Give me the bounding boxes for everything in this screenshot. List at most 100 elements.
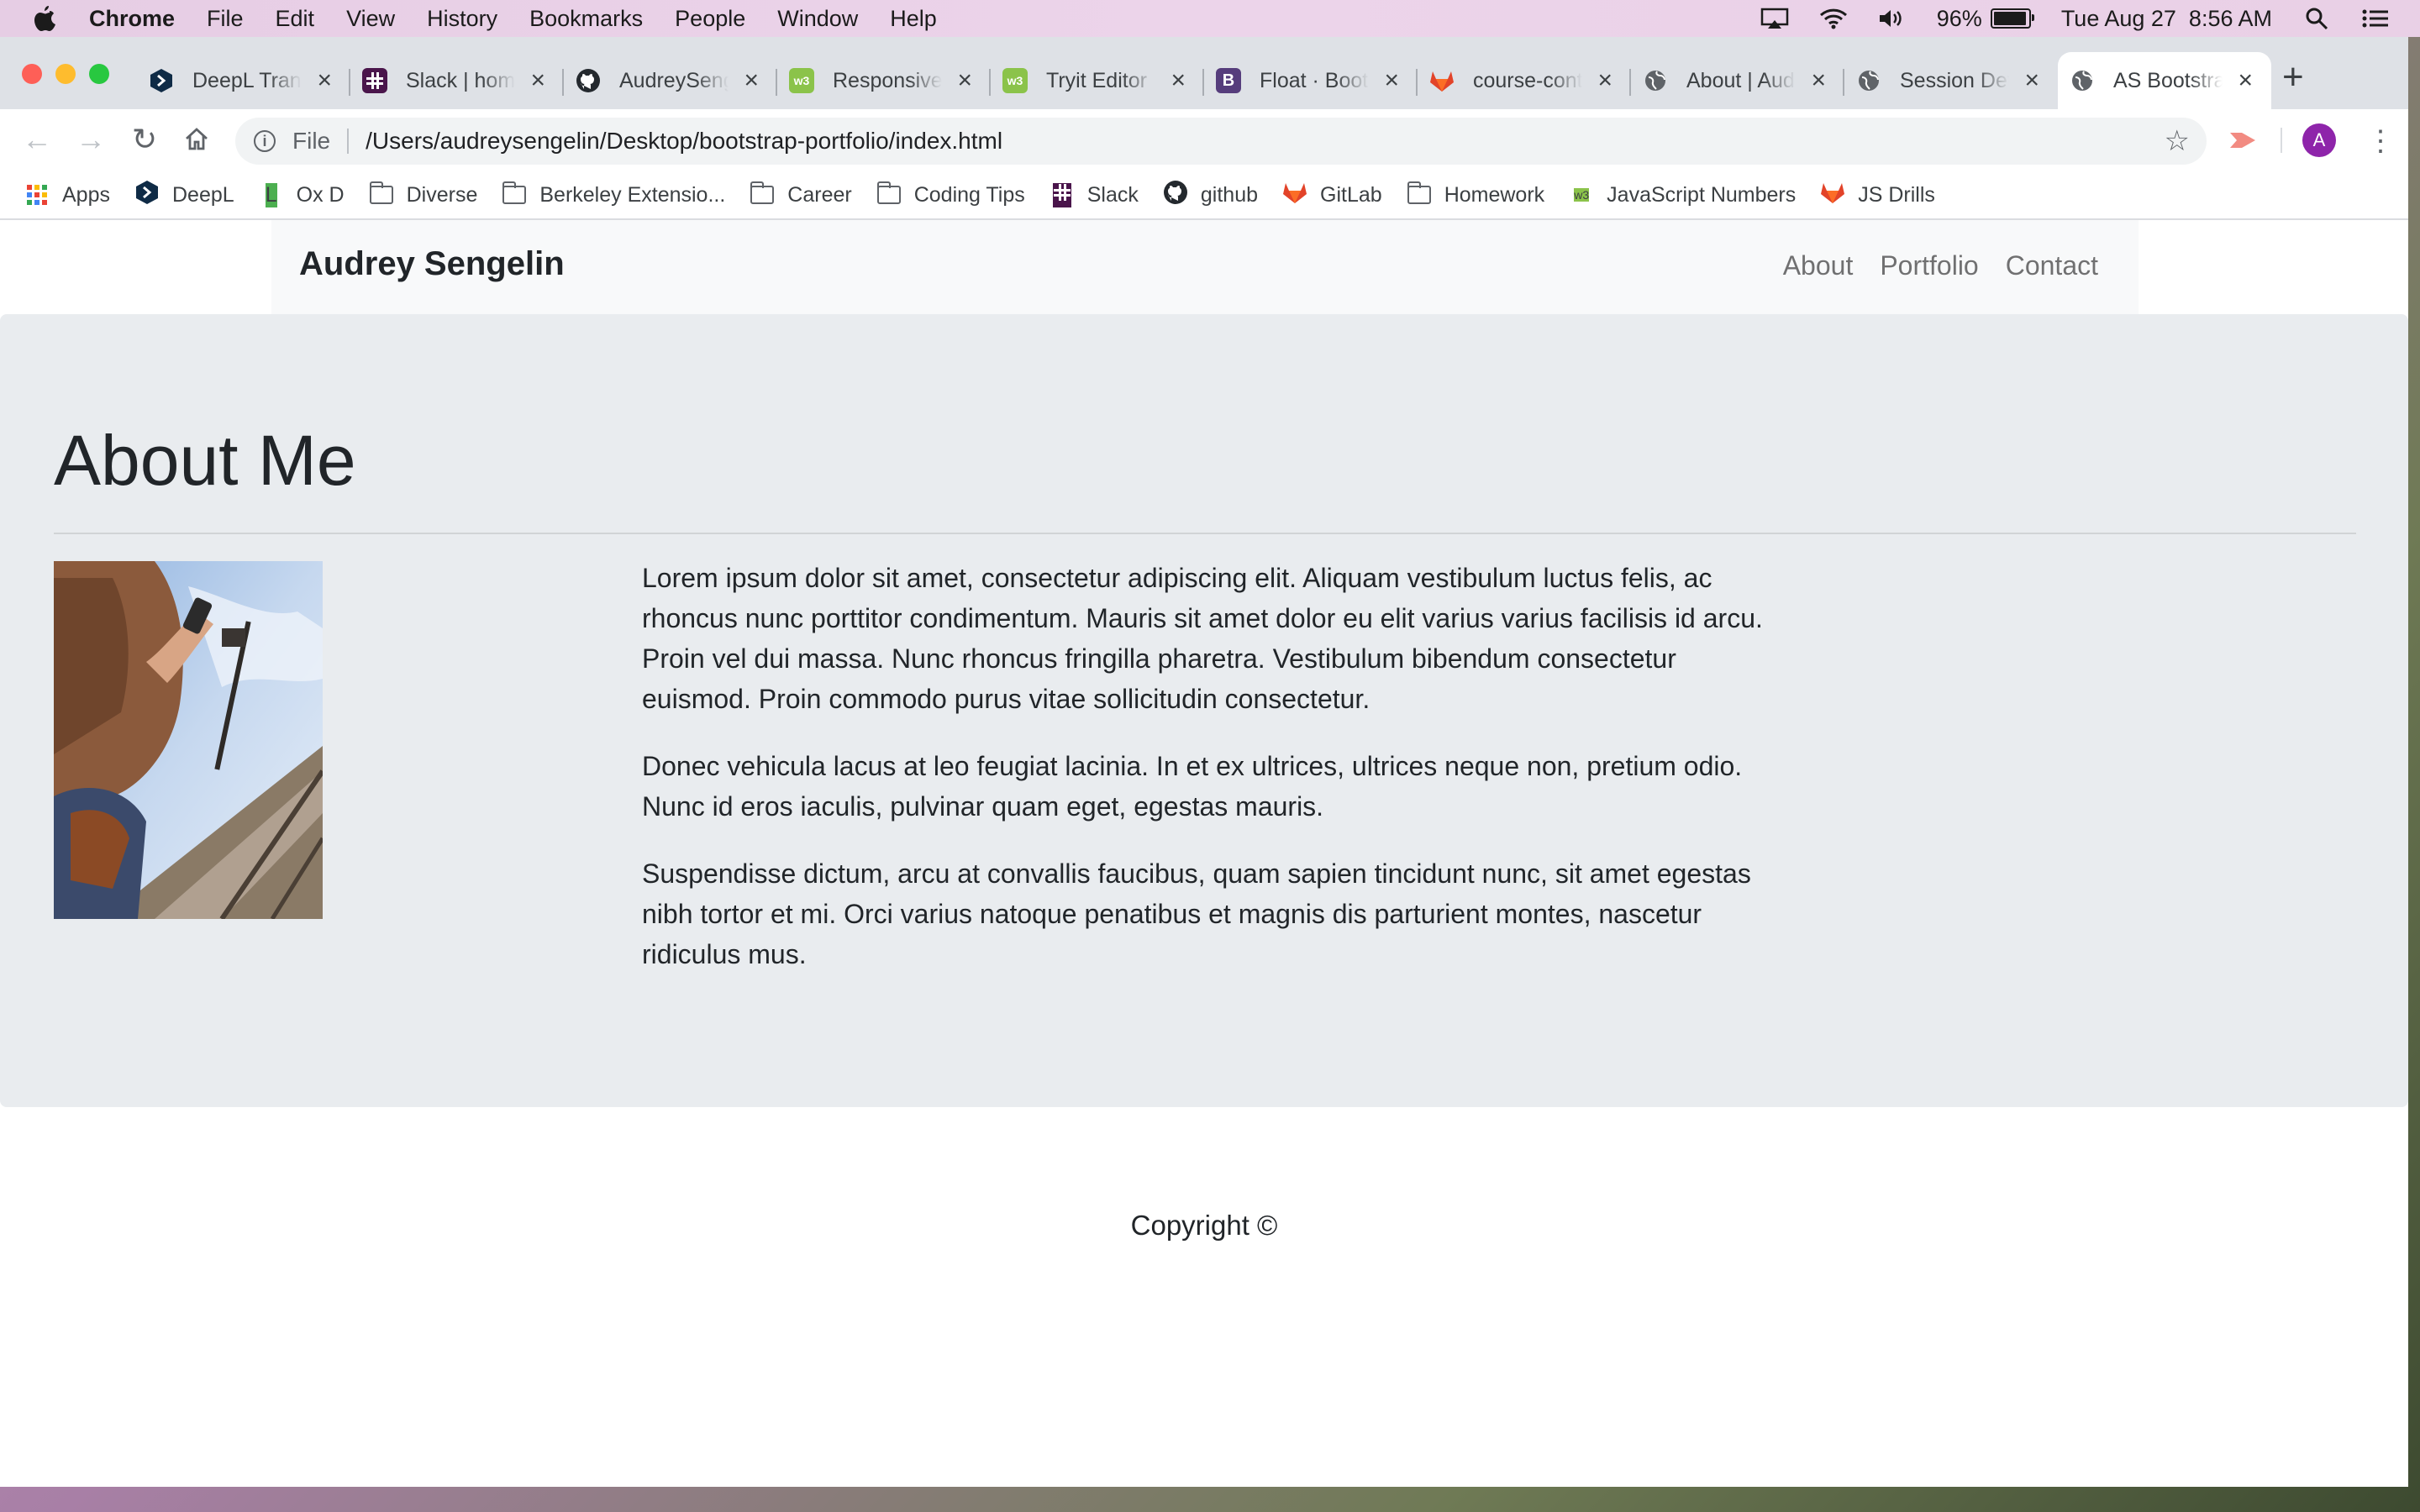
menu-file[interactable]: File: [207, 6, 244, 32]
bookmark-item[interactable]: Homework: [1407, 181, 1544, 207]
tab-close-icon[interactable]: ×: [1811, 66, 1826, 95]
bookmarks-bar: Apps DeepL L Ox D Diverse Berkeley Extensio..…: [0, 171, 2408, 220]
site-footer: Copyright ©: [1130, 1210, 1278, 1241]
forward-arrow-icon[interactable]: →: [72, 121, 109, 158]
bookmark-item[interactable]: w3 JavaScript Numbers: [1570, 183, 1796, 207]
bookmark-item[interactable]: GitLab: [1282, 181, 1382, 210]
gitlab-icon: [1820, 181, 1845, 210]
bookmark-item[interactable]: Coding Tips: [876, 181, 1025, 207]
nav-link-portfolio[interactable]: Portfolio: [1880, 250, 1978, 281]
apple-logo-icon[interactable]: [34, 6, 57, 31]
gitlab-icon: [1282, 181, 1307, 210]
browser-tab[interactable]: course-content ×: [1418, 52, 1631, 109]
folder-icon: [750, 181, 775, 207]
about-text: Lorem ipsum dolor sit amet, consectetur …: [642, 558, 1776, 1001]
github-icon: [1163, 180, 1187, 207]
battery-icon[interactable]: [1990, 8, 2034, 29]
section-divider: [54, 533, 2356, 534]
bookmark-label: DeepL: [171, 182, 234, 207]
new-tab-button[interactable]: +: [2282, 59, 2304, 96]
nav-link-about[interactable]: About: [1783, 250, 1854, 281]
home-icon[interactable]: [178, 121, 215, 158]
browser-tab[interactable]: Slack | home ×: [350, 52, 564, 109]
tab-title: AudreySengelin: [619, 68, 729, 92]
menu-window[interactable]: Window: [777, 6, 858, 32]
profile-avatar[interactable]: A: [2302, 123, 2336, 157]
tab-strip: DeepL Translator×Slack | home×AudreySeng…: [0, 37, 2408, 109]
tab-close-icon[interactable]: ×: [1597, 66, 1612, 95]
letter-l-icon: L: [265, 182, 277, 207]
browser-tab[interactable]: B Float · Bootstrap ×: [1204, 52, 1418, 109]
menu-people[interactable]: People: [675, 6, 745, 32]
slack-icon: [362, 68, 387, 93]
deepl-icon: [135, 180, 159, 211]
wifi-icon[interactable]: [1819, 8, 1848, 29]
site-navbar: Audrey Sengelin About Portfolio Contact: [271, 220, 2139, 314]
browser-tab[interactable]: About | Audrey ×: [1631, 52, 1844, 109]
browser-tab[interactable]: Session Details ×: [1844, 52, 2058, 109]
bookmark-label: Coding Tips: [913, 182, 1025, 207]
tab-close-icon[interactable]: ×: [1171, 66, 1186, 95]
browser-tab[interactable]: w3 Tryit Editor ×: [991, 52, 1204, 109]
globe-icon: [1643, 68, 1668, 93]
deepl-icon: [149, 68, 174, 93]
tab-title: Tryit Editor: [1046, 68, 1147, 92]
tab-close-icon[interactable]: ×: [744, 66, 759, 95]
back-arrow-icon[interactable]: ←: [18, 121, 55, 158]
menu-view[interactable]: View: [346, 6, 395, 32]
chrome-menu-icon[interactable]: ⋮: [2366, 124, 2395, 158]
tab-close-icon[interactable]: ×: [530, 66, 545, 95]
airplay-icon[interactable]: [1760, 8, 1789, 29]
folder-icon: [876, 181, 901, 207]
bookmark-item[interactable]: L Ox D: [260, 182, 345, 207]
bookmark-star-icon[interactable]: ☆: [2165, 124, 2190, 158]
browser-tab[interactable]: AudreySengelin ×: [564, 52, 777, 109]
bookmark-item[interactable]: Berkeley Extensio...: [502, 181, 725, 207]
bookmark-item[interactable]: github: [1163, 180, 1258, 207]
extension-icon[interactable]: [2228, 128, 2257, 153]
about-section: About Me Lorem ipsum dolor sit amet, con…: [0, 314, 2408, 1107]
menu-edit[interactable]: Edit: [276, 6, 315, 32]
bookmark-label: Career: [787, 182, 852, 207]
bookmark-item[interactable]: DeepL: [135, 180, 234, 207]
bookmark-item[interactable]: Diverse: [369, 181, 477, 207]
nav-link-contact[interactable]: Contact: [2006, 250, 2098, 281]
close-window-button[interactable]: [22, 64, 42, 84]
menu-help[interactable]: Help: [890, 6, 937, 32]
site-brand[interactable]: Audrey Sengelin: [299, 245, 565, 283]
bookmark-label: Slack: [1086, 182, 1139, 207]
menu-bookmarks[interactable]: Bookmarks: [529, 6, 643, 32]
apps-grid-icon: [25, 183, 49, 207]
github-icon: [576, 68, 601, 93]
bookmark-item[interactable]: Slack: [1050, 182, 1139, 207]
minimize-window-button[interactable]: [55, 64, 76, 84]
tab-close-icon[interactable]: ×: [2238, 66, 2253, 95]
globe-icon: [1856, 68, 1881, 93]
tab-close-icon[interactable]: ×: [317, 66, 332, 95]
menu-app-name[interactable]: Chrome: [89, 6, 175, 32]
browser-tab[interactable]: w3 Responsive ×: [777, 52, 991, 109]
maximize-window-button[interactable]: [89, 64, 109, 84]
url-text[interactable]: /Users/audreysengelin/Desktop/bootstrap-…: [366, 128, 1002, 155]
bookmark-item[interactable]: JS Drills: [1820, 181, 1935, 210]
github-icon: [1163, 180, 1188, 211]
address-bar[interactable]: i File /Users/audreysengelin/Desktop/boo…: [235, 118, 2207, 165]
tab-close-icon[interactable]: ×: [1384, 66, 1399, 95]
about-paragraph: Suspendisse dictum, arcu at convallis fa…: [642, 858, 1751, 969]
tab-title: About | Audrey: [1686, 68, 1796, 92]
browser-tab-active[interactable]: AS Bootstrap ×: [2058, 52, 2271, 109]
bookmark-item[interactable]: Apps: [25, 183, 110, 207]
macos-menu-bar: Chrome File Edit View History Bookmarks …: [0, 0, 2420, 37]
spotlight-search-icon[interactable]: [2302, 8, 2331, 30]
reload-icon[interactable]: ↻: [126, 121, 163, 158]
tab-close-icon[interactable]: ×: [957, 66, 972, 95]
browser-tab[interactable]: DeepL Translator ×: [137, 52, 350, 109]
menu-history[interactable]: History: [427, 6, 497, 32]
bookmark-item[interactable]: Career: [750, 181, 852, 207]
site-info-icon[interactable]: i: [254, 130, 276, 152]
tab-close-icon[interactable]: ×: [2024, 66, 2039, 95]
bookmark-label: Apps: [62, 182, 110, 207]
notification-center-icon[interactable]: [2361, 8, 2390, 29]
clock[interactable]: Tue Aug 27 8:56 AM: [2061, 6, 2272, 32]
volume-icon[interactable]: [1878, 8, 1907, 29]
